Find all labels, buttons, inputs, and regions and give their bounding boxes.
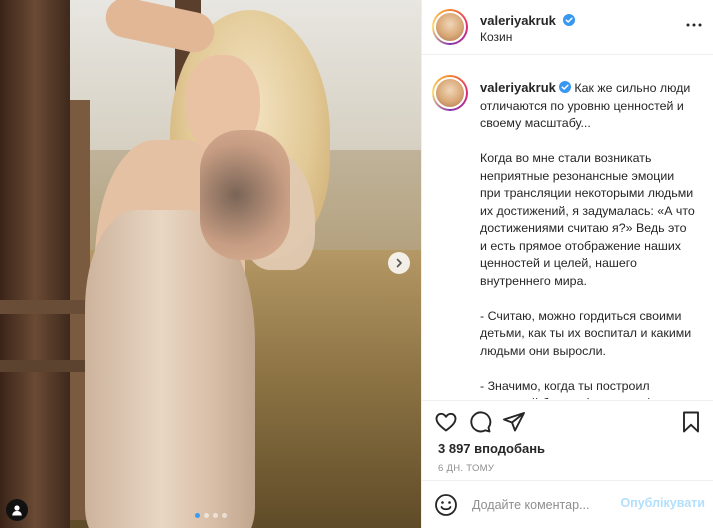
verified-icon — [563, 14, 576, 26]
chevron-right-icon — [396, 258, 402, 268]
carousel-next-button[interactable] — [388, 252, 410, 274]
header-username-row[interactable]: valeriyakruk — [480, 12, 576, 30]
header-location[interactable]: Козин — [480, 30, 512, 44]
instagram-post: valeriyakruk Козин valeriyakruk Как же с… — [0, 0, 713, 528]
emoji-icon[interactable] — [434, 493, 458, 517]
photo-tattooed-arm — [200, 130, 290, 260]
post-header: valeriyakruk Козин — [422, 0, 713, 55]
comment-icon[interactable] — [468, 410, 492, 434]
carousel-dot — [221, 513, 227, 518]
likes-count[interactable]: 3 897 вподобань — [438, 441, 545, 456]
caption-avatar[interactable] — [432, 75, 468, 111]
caption-section: valeriyakruk Как же сильно люди отличают… — [422, 55, 713, 399]
bookmark-icon[interactable] — [679, 410, 703, 434]
comment-input[interactable] — [472, 495, 622, 515]
tagged-users-button[interactable] — [6, 499, 28, 521]
post-side-panel: valeriyakruk Козин valeriyakruk Как же с… — [421, 0, 713, 528]
user-tag-icon — [12, 505, 22, 516]
caption-username[interactable]: valeriyakruk — [480, 80, 556, 95]
more-options-icon[interactable] — [685, 18, 703, 32]
carousel-dot — [203, 513, 209, 518]
post-photo[interactable] — [0, 0, 421, 528]
carousel-dot — [194, 513, 200, 518]
comment-bar: Опублікувати — [422, 480, 713, 529]
caption-text: Как же сильно люди отличаются по уровню … — [480, 81, 695, 399]
carousel-indicator — [0, 513, 421, 518]
heart-icon[interactable] — [434, 410, 458, 434]
header-username[interactable]: valeriyakruk — [480, 13, 556, 28]
header-avatar[interactable] — [432, 9, 468, 45]
share-icon[interactable] — [502, 410, 526, 434]
photo-wooden-post — [0, 0, 70, 528]
caption-text-block: valeriyakruk Как же сильно люди отличают… — [480, 79, 696, 399]
publish-button[interactable]: Опублікувати — [620, 496, 705, 510]
verified-icon — [558, 81, 571, 93]
carousel-dot — [212, 513, 218, 518]
action-bar — [422, 400, 713, 441]
post-timestamp[interactable]: 6 ДН. ТОМУ — [438, 463, 494, 474]
